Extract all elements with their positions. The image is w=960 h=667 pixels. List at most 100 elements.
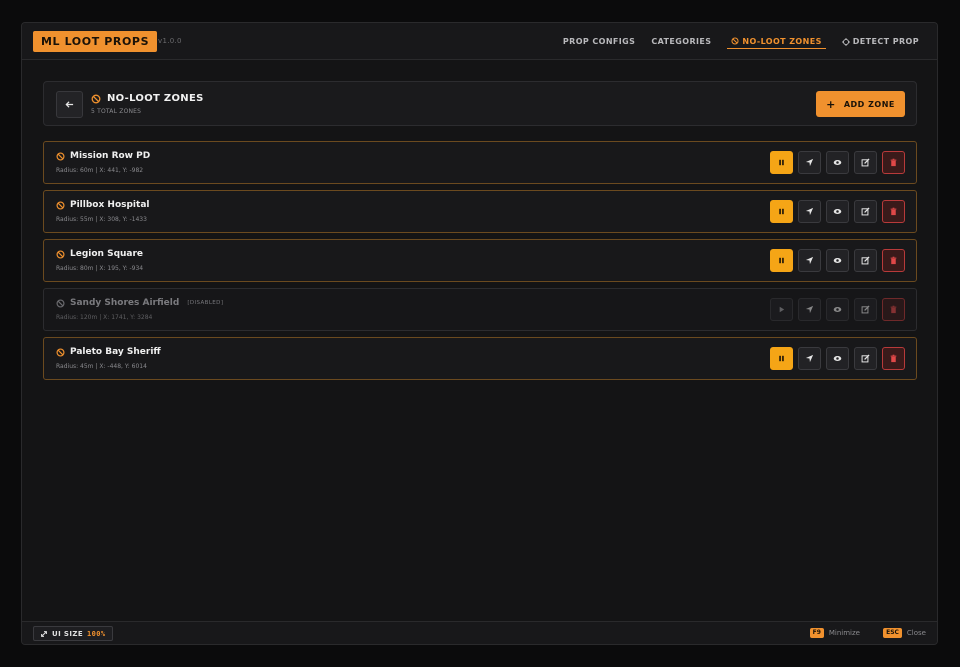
eye-icon [833, 257, 842, 264]
ban-icon [56, 200, 65, 210]
zone-info: Radius: 60m | X: 441, Y: -982 [56, 167, 144, 174]
ui-size-label: UI SIZE [52, 629, 84, 638]
zone-actions [770, 298, 905, 321]
delete-button[interactable] [882, 298, 905, 321]
eye-icon [833, 306, 842, 313]
eye-icon [833, 159, 842, 166]
zone-row: Legion Square Radius: 80m | X: 195, Y: -… [43, 239, 917, 282]
zone-list: Mission Row PD Radius: 60m | X: 441, Y: … [43, 141, 917, 386]
version-label: v1.0.0 [158, 37, 182, 45]
resize-icon [41, 630, 47, 637]
zone-row: Sandy Shores Airfield [DISABLED] Radius:… [43, 288, 917, 331]
zone-info: Radius: 120m | X: 1741, Y: 3284 [56, 314, 153, 321]
trash-icon [890, 354, 897, 363]
preview-button[interactable] [826, 298, 849, 321]
back-button[interactable] [56, 91, 83, 118]
app-logo: ML LOOT PROPS [33, 31, 158, 52]
edit-icon [861, 354, 870, 363]
main-nav: PROP CONFIGS CATEGORIES NO-LOOT ZONES DE… [563, 23, 919, 60]
zone-info: Radius: 80m | X: 195, Y: -934 [56, 265, 144, 272]
trash-icon [890, 207, 897, 216]
zone-row: Pillbox Hospital Radius: 55m | X: 308, Y… [43, 190, 917, 233]
zone-count: 5 TOTAL ZONES [91, 108, 142, 115]
eye-icon [833, 355, 842, 362]
preview-button[interactable] [826, 249, 849, 272]
teleport-button[interactable] [798, 249, 821, 272]
trash-icon [890, 158, 897, 167]
zone-name: Pillbox Hospital [56, 200, 149, 210]
edit-icon [861, 256, 870, 265]
pause-icon [779, 257, 784, 264]
teleport-button[interactable] [798, 151, 821, 174]
teleport-button[interactable] [798, 347, 821, 370]
zone-actions [770, 200, 905, 223]
pause-button[interactable] [770, 249, 793, 272]
app-window: ML LOOT PROPS v1.0.0 PROP CONFIGS CATEGO… [21, 22, 938, 645]
navigate-icon [805, 158, 814, 167]
edit-button[interactable] [854, 151, 877, 174]
zone-name: Sandy Shores Airfield [DISABLED] [56, 298, 223, 308]
preview-button[interactable] [826, 200, 849, 223]
tab-no-loot-zones[interactable]: NO-LOOT ZONES [727, 35, 826, 49]
preview-button[interactable] [826, 347, 849, 370]
plus-icon: + [826, 97, 836, 111]
page-title-text: NO-LOOT ZONES [107, 93, 204, 104]
delete-button[interactable] [882, 249, 905, 272]
ban-icon [56, 347, 65, 357]
tab-prop-configs[interactable]: PROP CONFIGS [563, 35, 635, 49]
add-zone-label: ADD ZONE [843, 99, 895, 109]
navigate-icon [805, 207, 814, 216]
minimize-hint: F9 Minimize [809, 628, 860, 638]
zone-name-text: Paleto Bay Sheriff [70, 347, 161, 357]
trash-icon [890, 305, 897, 314]
tab-label: NO-LOOT ZONES [742, 36, 822, 46]
navigate-icon [805, 305, 814, 314]
edit-button[interactable] [854, 347, 877, 370]
preview-button[interactable] [826, 151, 849, 174]
add-zone-button[interactable]: + ADD ZONE [816, 91, 905, 117]
ban-icon [56, 151, 65, 161]
tab-label: PROP CONFIGS [562, 37, 636, 46]
pause-button[interactable] [770, 151, 793, 174]
ban-icon [731, 37, 739, 45]
tab-categories[interactable]: CATEGORIES [651, 35, 711, 49]
page-title: NO-LOOT ZONES [91, 93, 204, 104]
ban-icon [56, 249, 65, 259]
zone-actions [770, 151, 905, 174]
teleport-button[interactable] [798, 298, 821, 321]
close-label: Close [906, 629, 926, 637]
pause-icon [779, 208, 784, 215]
zone-name-text: Mission Row PD [70, 151, 151, 161]
pause-button[interactable] [770, 347, 793, 370]
edit-button[interactable] [854, 298, 877, 321]
teleport-button[interactable] [798, 200, 821, 223]
edit-button[interactable] [854, 249, 877, 272]
minimize-label: Minimize [828, 629, 860, 637]
top-bar: ML LOOT PROPS v1.0.0 PROP CONFIGS CATEGO… [22, 23, 937, 60]
ui-size-button[interactable]: UI SIZE 100% [33, 626, 113, 641]
ui-size-value: 100% [87, 629, 106, 638]
tab-detect-prop[interactable]: DETECT PROP [841, 35, 919, 49]
ban-icon [91, 94, 101, 103]
zone-name: Mission Row PD [56, 151, 150, 161]
zone-actions [770, 249, 905, 272]
edit-icon [861, 207, 870, 216]
pause-icon [779, 159, 784, 166]
zone-row: Mission Row PD Radius: 60m | X: 441, Y: … [43, 141, 917, 184]
edit-button[interactable] [854, 200, 877, 223]
pause-button[interactable] [770, 200, 793, 223]
zone-actions [770, 347, 905, 370]
close-key: ESC [883, 628, 902, 638]
ban-icon [56, 298, 65, 308]
edit-icon [861, 158, 870, 167]
section-header: NO-LOOT ZONES 5 TOTAL ZONES + ADD ZONE [43, 81, 917, 126]
enable-button[interactable] [770, 298, 793, 321]
arrow-left-icon [65, 101, 74, 108]
delete-button[interactable] [882, 200, 905, 223]
delete-button[interactable] [882, 347, 905, 370]
disabled-badge: [DISABLED] [187, 300, 224, 306]
zone-row: Paleto Bay Sheriff Radius: 45m | X: -448… [43, 337, 917, 380]
zone-info: Radius: 55m | X: 308, Y: -1433 [56, 216, 147, 223]
delete-button[interactable] [882, 151, 905, 174]
trash-icon [890, 256, 897, 265]
